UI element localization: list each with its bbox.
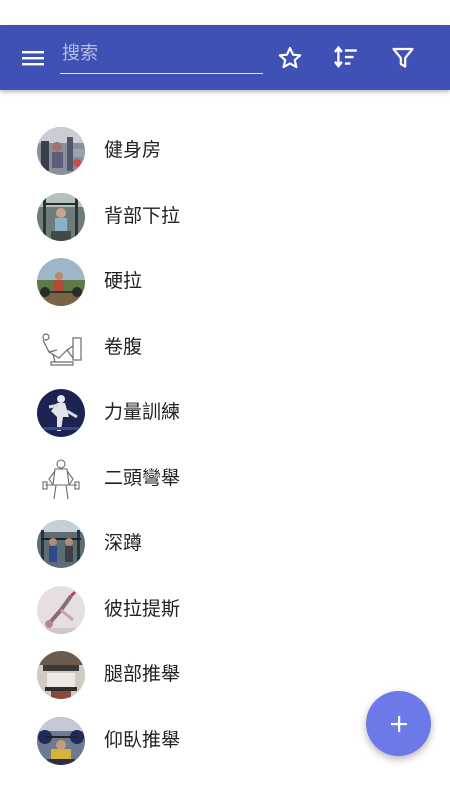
exercise-label: 深蹲 — [104, 532, 143, 554]
exercise-label: 背部下拉 — [104, 204, 181, 227]
filter-button[interactable] — [383, 38, 423, 78]
exercise-label: 卷腹 — [104, 335, 143, 358]
sort-button[interactable] — [326, 38, 366, 78]
list-item[interactable]: 二頭彎舉 — [0, 446, 450, 512]
bicep-curl-line-drawing-avatar — [37, 454, 85, 503]
exercise-label: 力量訓練 — [104, 401, 181, 423]
exercise-label: 彼拉提斯 — [104, 597, 181, 620]
crunch-line-drawing-avatar — [37, 323, 85, 372]
list-item[interactable]: 背部下拉 — [0, 184, 450, 250]
search-input[interactable] — [60, 37, 267, 69]
exercise-label: 二頭彎舉 — [104, 466, 181, 489]
list-item[interactable]: 健身房 — [0, 118, 450, 184]
squat-photo-avatar — [37, 520, 85, 568]
leg-press-photo-avatar — [37, 651, 85, 699]
list-item[interactable]: 硬拉 — [0, 249, 450, 315]
gym-photo-avatar — [37, 127, 85, 175]
list-item[interactable]: 力量訓練 — [0, 380, 450, 446]
sort-icon — [334, 45, 357, 69]
exercise-list: 健身房 背部下拉 硬拉 卷腹 力量訓練 二頭彎舉 深蹲 彼拉提斯 腿部推舉 仰臥… — [0, 118, 450, 773]
list-item[interactable]: 彼拉提斯 — [0, 577, 450, 643]
pilates-photo-avatar — [37, 585, 85, 634]
bench-press-photo-avatar — [37, 716, 85, 765]
menu-button[interactable] — [13, 39, 53, 77]
favorites-button[interactable] — [270, 38, 310, 78]
filter-icon — [392, 47, 414, 68]
star-outline-icon — [278, 46, 302, 69]
lat-pulldown-photo-avatar — [37, 192, 85, 241]
deadlift-photo-avatar — [37, 258, 85, 306]
menu-icon — [22, 51, 44, 66]
list-item[interactable]: 深蹲 — [0, 511, 450, 577]
status-bar — [0, 0, 450, 25]
app-bar — [0, 25, 450, 90]
plus-icon — [390, 715, 407, 732]
exercise-label: 硬拉 — [104, 270, 143, 292]
exercise-label: 健身房 — [104, 139, 162, 161]
strength-training-photo-avatar — [37, 389, 85, 437]
exercise-label: 仰臥推舉 — [104, 728, 181, 751]
list-item[interactable]: 卷腹 — [0, 315, 450, 381]
exercise-label: 腿部推舉 — [104, 663, 181, 685]
search-field — [60, 37, 267, 74]
add-exercise-button[interactable] — [366, 691, 431, 756]
